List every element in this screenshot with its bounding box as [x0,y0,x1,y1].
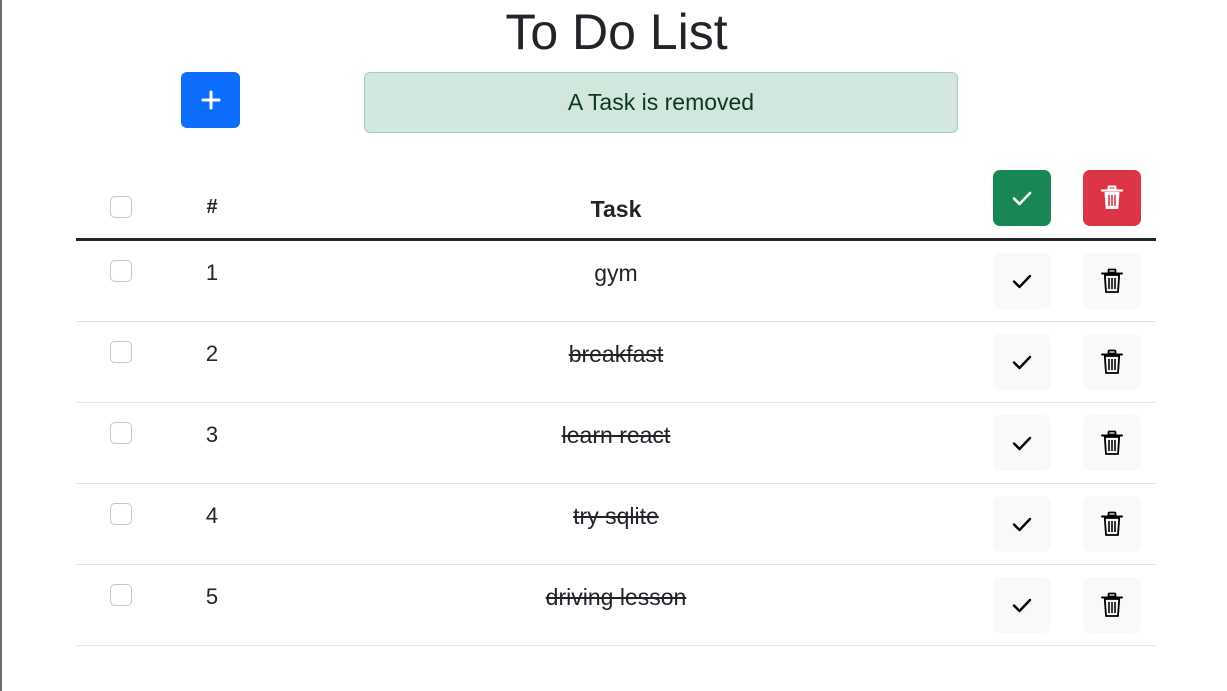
column-header-task: Task [590,196,642,222]
delete-task-button[interactable] [1083,253,1141,309]
row-checkbox[interactable] [110,584,132,606]
check-icon [1012,355,1032,370]
complete-selected-button[interactable] [993,170,1051,226]
row-task-text: learn react [561,422,671,448]
row-checkbox[interactable] [110,503,132,525]
trash-icon [1101,268,1123,293]
check-icon [1012,436,1032,451]
complete-task-button[interactable] [993,577,1051,633]
trash-icon [1100,185,1124,209]
select-all-checkbox[interactable] [110,196,132,218]
trash-icon [1101,430,1123,455]
row-task-text: driving lesson [545,584,687,610]
row-checkbox[interactable] [110,341,132,363]
column-header-number: # [206,196,218,218]
table-body: 1 gym 2 breakfast 3 learn react 4 try sq… [76,241,1156,646]
row-number: 5 [205,584,219,609]
check-icon [1012,274,1032,289]
row-number: 2 [205,341,219,366]
page: To Do List A Task is removed # Task 1 gy… [0,0,1227,691]
add-task-button[interactable] [181,72,240,128]
trash-icon [1101,349,1123,374]
check-icon [1012,191,1032,206]
alert-message: A Task is removed [567,89,755,115]
delete-selected-button[interactable] [1083,170,1141,226]
status-alert: A Task is removed [364,72,958,133]
plus-icon [201,90,220,110]
table-row: 2 breakfast [76,322,1156,403]
table-header: # Task [76,168,1156,241]
row-task-text: gym [594,260,638,286]
row-task-text: breakfast [568,341,664,367]
row-number: 3 [205,422,219,447]
trash-icon [1101,511,1123,536]
complete-task-button[interactable] [993,415,1051,471]
delete-task-button[interactable] [1083,577,1141,633]
complete-task-button[interactable] [993,334,1051,390]
page-title: To Do List [505,4,728,60]
row-checkbox[interactable] [110,260,132,282]
check-icon [1012,598,1032,613]
delete-task-button[interactable] [1083,334,1141,390]
row-number: 4 [205,503,219,528]
row-number: 1 [205,260,219,285]
table-row: 3 learn react [76,403,1156,484]
delete-task-button[interactable] [1083,415,1141,471]
delete-task-button[interactable] [1083,496,1141,552]
table-row: 4 try sqlite [76,484,1156,565]
table-row: 5 driving lesson [76,565,1156,646]
row-task-text: try sqlite [573,503,659,529]
complete-task-button[interactable] [993,253,1051,309]
task-table: # Task 1 gym 2 breakfast 3 learn react 4… [76,168,1156,646]
check-icon [1012,517,1032,532]
trash-icon [1101,592,1123,617]
row-checkbox[interactable] [110,422,132,444]
complete-task-button[interactable] [993,496,1051,552]
table-row: 1 gym [76,241,1156,322]
